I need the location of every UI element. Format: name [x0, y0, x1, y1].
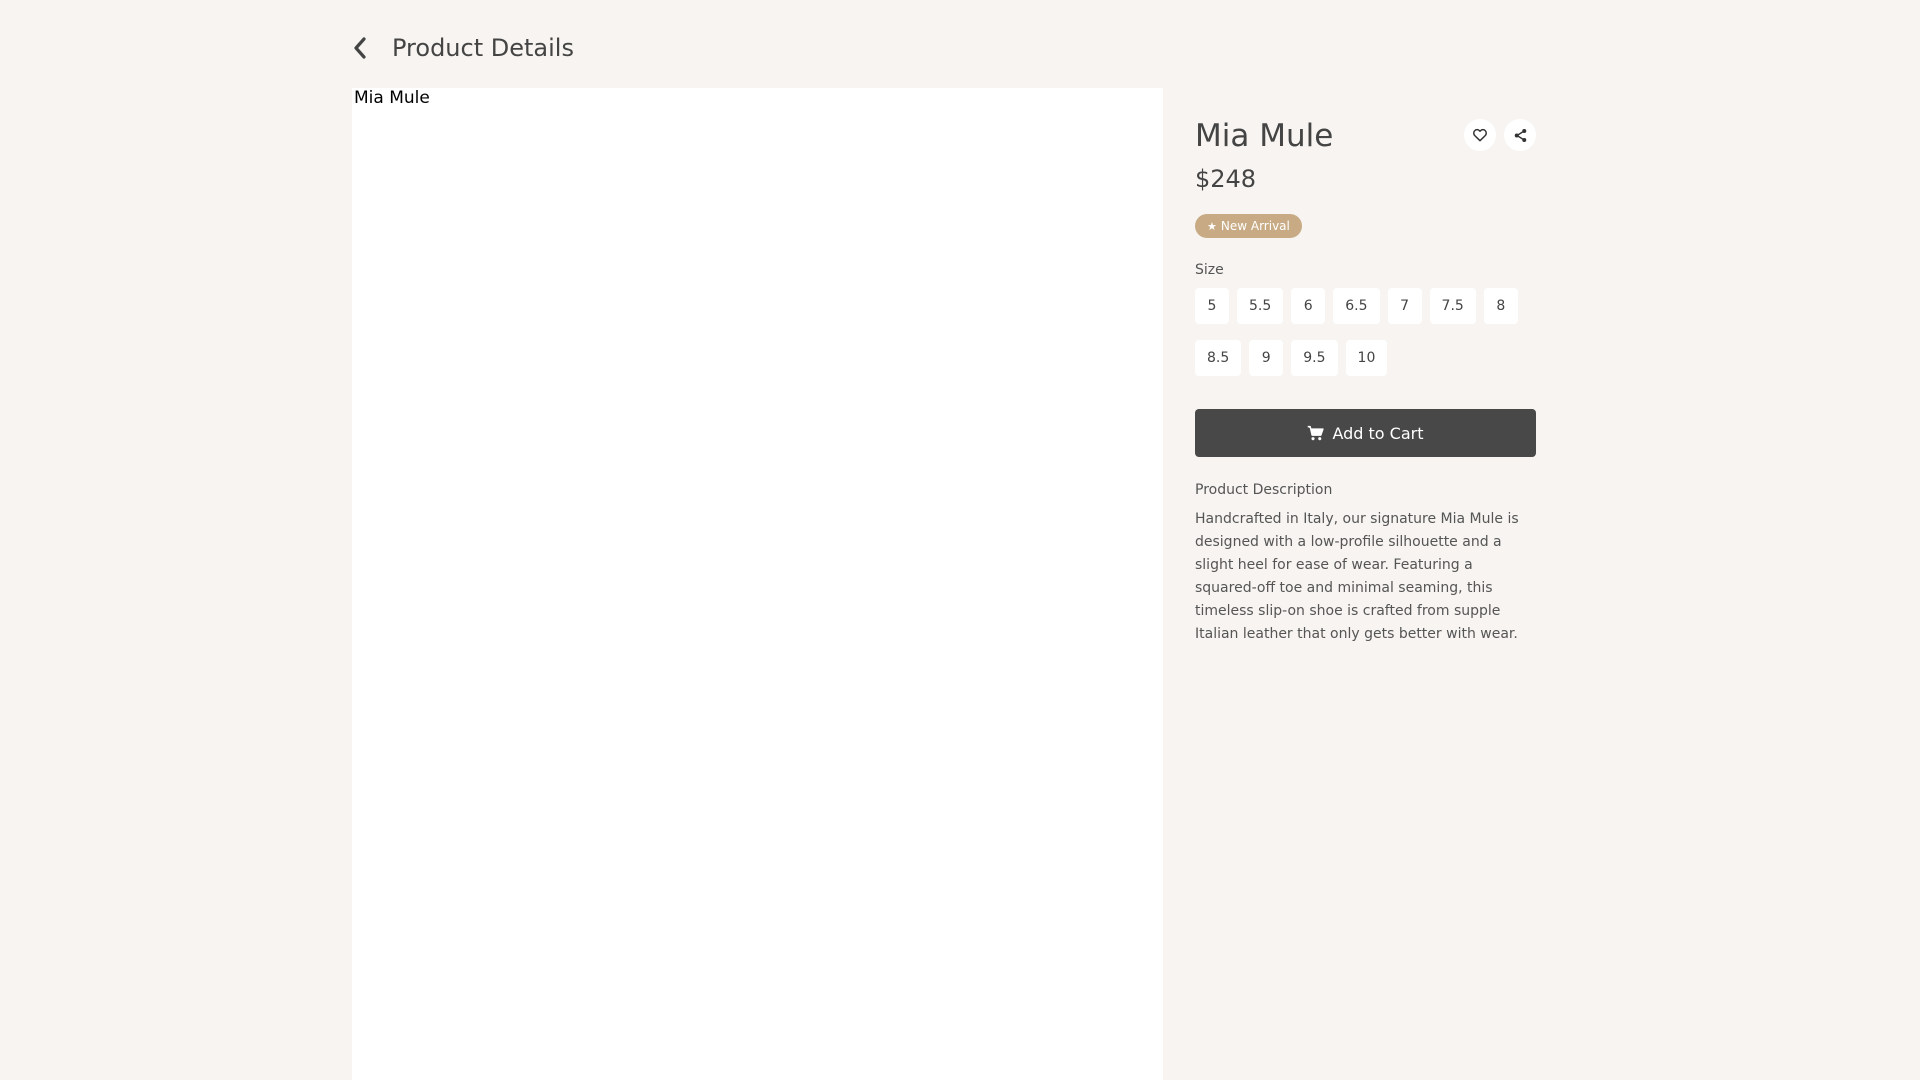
- size-option[interactable]: 10: [1345, 340, 1388, 376]
- size-option[interactable]: 9: [1249, 340, 1284, 376]
- title-row: Mia Mule: [1195, 118, 1536, 154]
- size-option[interactable]: 9.5: [1291, 340, 1338, 376]
- size-option[interactable]: 6.5: [1333, 288, 1380, 324]
- share-button[interactable]: [1504, 119, 1536, 151]
- star-icon: ★: [1207, 219, 1217, 233]
- size-selector: 5 5.5 6 6.5 7 7.5 8 8.5 9 9.5 10: [1195, 288, 1536, 376]
- product-image: Mia Mule: [352, 88, 430, 108]
- product-image-panel: Mia Mule: [352, 88, 1163, 1080]
- cart-icon: [1307, 425, 1325, 441]
- add-to-cart-label: Add to Cart: [1332, 423, 1424, 443]
- size-label: Size: [1195, 262, 1224, 278]
- product-info: Mia Mule $248 ★ New Arrival Size 5 5.5 6…: [1195, 88, 1536, 646]
- description-title: Product Description: [1195, 482, 1333, 498]
- size-option[interactable]: 5: [1195, 288, 1229, 324]
- product-image-alt: Mia Mule: [354, 88, 430, 108]
- size-option[interactable]: 8: [1483, 288, 1518, 324]
- add-to-cart-button[interactable]: Add to Cart: [1195, 409, 1536, 457]
- size-option[interactable]: 5.5: [1237, 288, 1284, 324]
- favorite-button[interactable]: [1464, 119, 1496, 151]
- chevron-left-icon: [354, 37, 366, 59]
- share-icon: [1514, 128, 1526, 142]
- description-text: Handcrafted in Italy, our signature Mia …: [1195, 511, 1519, 642]
- size-option[interactable]: 7: [1387, 288, 1422, 324]
- heart-icon: [1473, 128, 1487, 142]
- badge-label: New Arrival: [1220, 219, 1290, 233]
- status-badge: ★ New Arrival: [1195, 214, 1302, 238]
- back-button[interactable]: [352, 34, 376, 62]
- page-title: Product Details: [392, 34, 574, 62]
- product-price: $248: [1195, 165, 1257, 193]
- size-option[interactable]: 6: [1291, 288, 1326, 324]
- page-header: Product Details: [352, 30, 574, 66]
- size-option[interactable]: 8.5: [1195, 340, 1242, 376]
- size-option[interactable]: 7.5: [1429, 288, 1476, 324]
